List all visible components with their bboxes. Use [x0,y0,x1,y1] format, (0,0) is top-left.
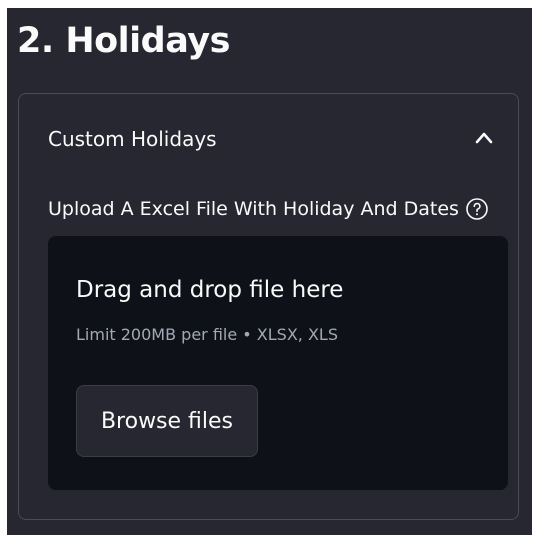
browse-files-button[interactable]: Browse files [76,385,258,457]
expander-header[interactable]: Custom Holidays [19,94,518,184]
uploader-label-row: Upload A Excel File With Holiday And Dat… [48,194,489,224]
question-circle-icon[interactable] [465,197,489,221]
dropzone-title: Drag and drop file here [76,277,344,303]
uploader-label: Upload A Excel File With Holiday And Dat… [48,198,459,220]
chevron-up-icon[interactable] [474,130,494,146]
custom-holidays-expander: Custom Holidays Upload A Excel File With… [18,93,519,520]
section-title: 2. Holidays [17,21,230,61]
dropzone-limit-text: Limit 200MB per file • XLSX, XLS [76,325,338,344]
file-dropzone[interactable]: Drag and drop file here Limit 200MB per … [48,236,508,490]
expander-label: Custom Holidays [48,127,217,151]
sidebar-panel: 2. Holidays Custom Holidays Upload A Exc… [7,8,532,535]
